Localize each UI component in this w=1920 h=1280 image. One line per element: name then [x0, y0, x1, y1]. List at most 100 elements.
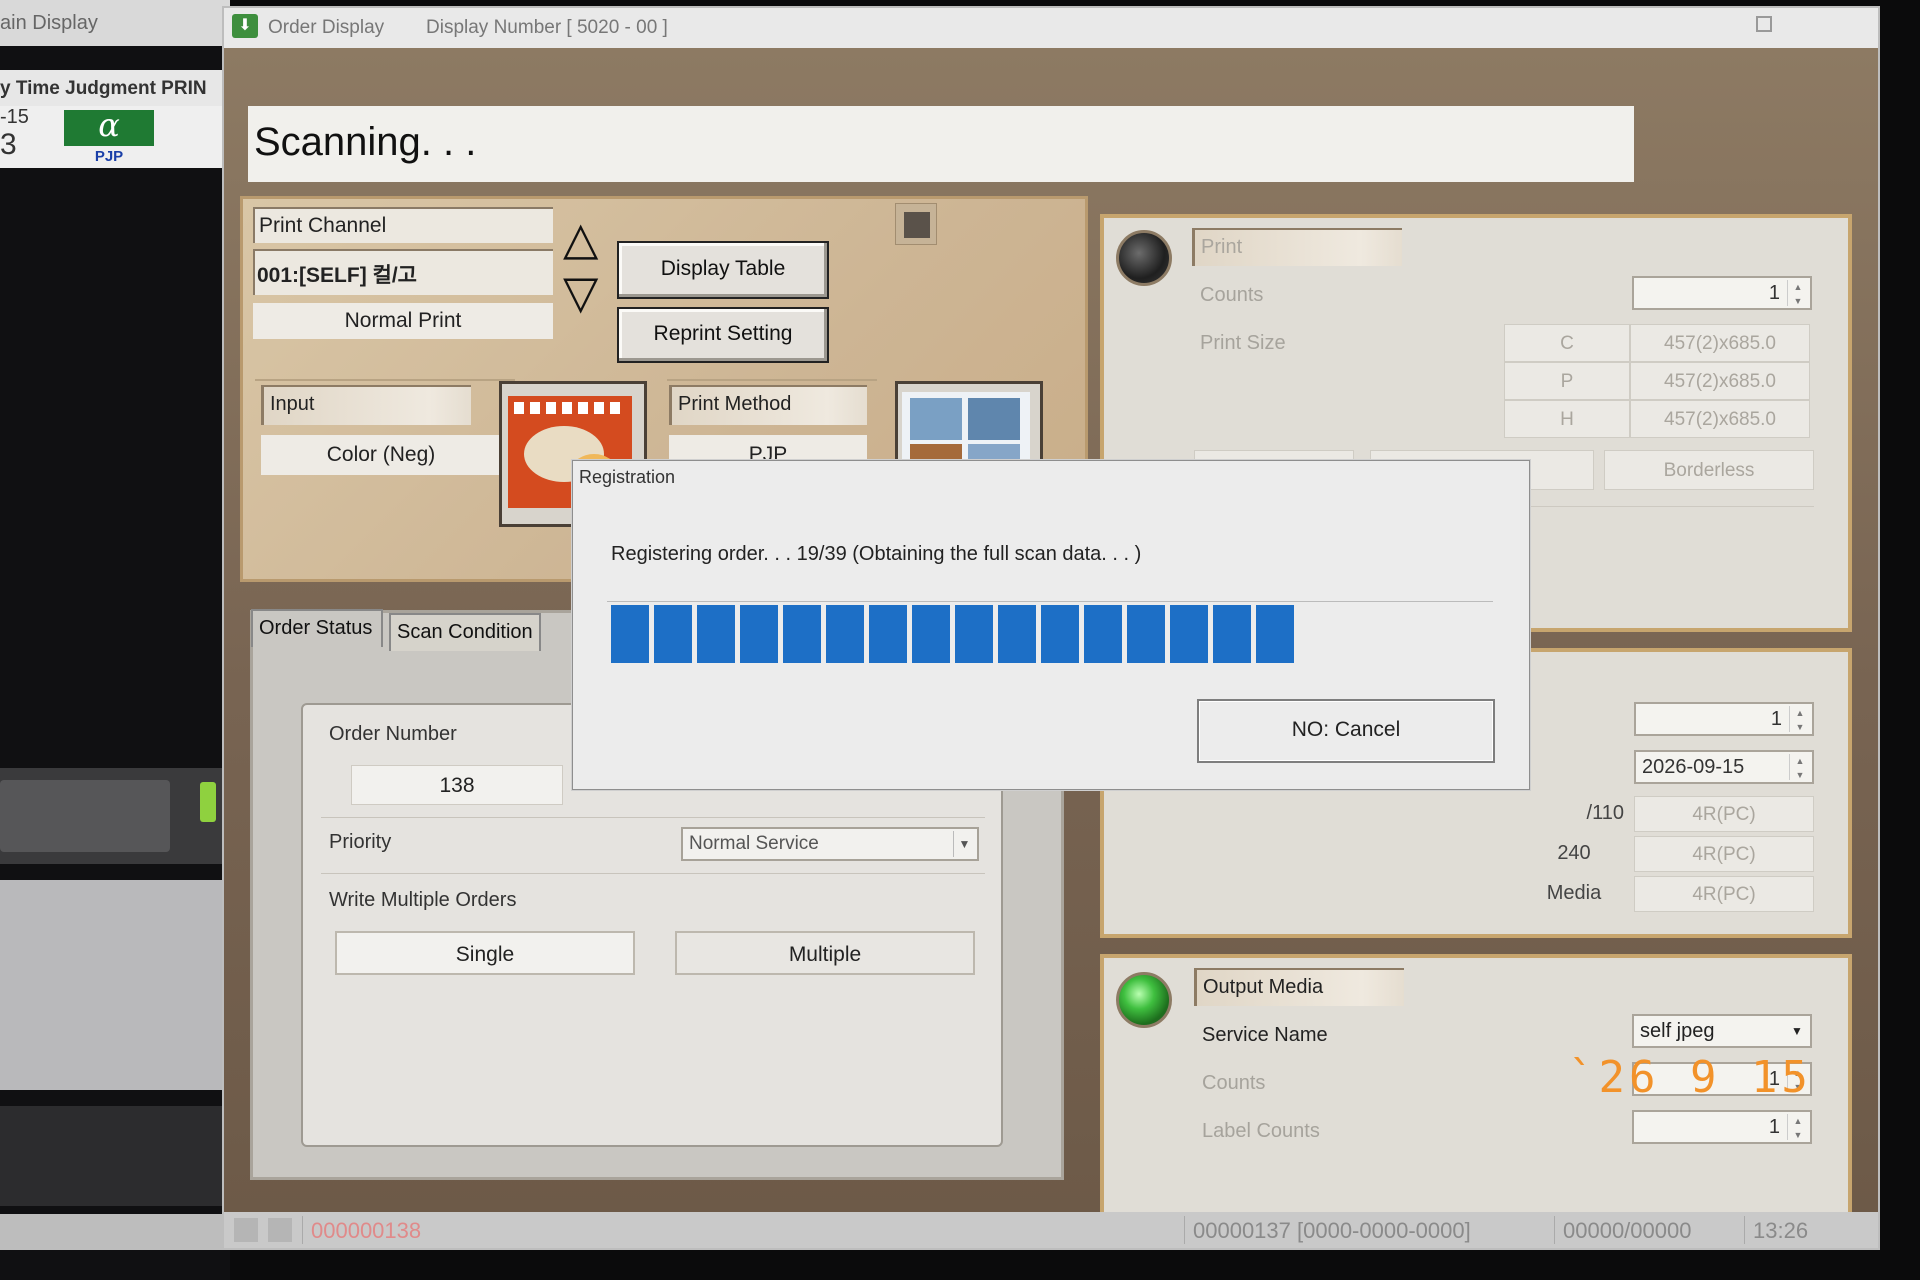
output-counts-label: Counts — [1202, 1072, 1266, 1094]
display-number: Display Number [ 5020 - 00 ] — [426, 17, 668, 38]
print-mode[interactable]: Normal Print — [253, 303, 553, 339]
progress-bar — [611, 605, 1493, 667]
date-value: 2026-09-15 — [1642, 756, 1745, 778]
media-row-value: 4R(PC) — [1634, 836, 1814, 872]
background-date: -15 — [0, 106, 29, 128]
stepper-arrows-icon[interactable]: ▲ ▼ — [1789, 706, 1810, 732]
progress-segment — [998, 605, 1036, 663]
tab-scan-condition[interactable]: Scan Condition — [389, 613, 541, 651]
stop-button[interactable] — [895, 203, 937, 245]
order-code: 000000138 — [302, 1216, 429, 1244]
size-value-h: 457(2)x685.0 — [1630, 400, 1810, 438]
window-title: Order Display — [268, 17, 385, 38]
order-number-value[interactable]: 138 — [351, 765, 563, 805]
reprint-setting-button[interactable]: Reprint Setting — [617, 307, 829, 363]
dialog-title: Registration — [579, 467, 676, 487]
stepper-arrows-icon[interactable]: ▲ ▼ — [1789, 754, 1810, 780]
service-name-select[interactable]: self jpeg ▼ — [1632, 1014, 1812, 1048]
divider — [321, 873, 985, 874]
cancel-button[interactable]: NO: Cancel — [1197, 699, 1495, 763]
label-counts-value: 1 — [1768, 1116, 1780, 1138]
input-label: Input — [261, 385, 471, 425]
print-channel-value[interactable]: 001:[SELF] 컬/고 — [253, 249, 553, 295]
chevron-down-icon[interactable]: ▼ — [1786, 1018, 1808, 1044]
size-code-h: H — [1504, 400, 1630, 438]
progress-segment — [1041, 605, 1079, 663]
borderless-button[interactable]: Borderless — [1604, 450, 1814, 490]
maximize-icon[interactable] — [1756, 16, 1772, 32]
mid-counts-stepper[interactable]: 1 ▲ ▼ — [1634, 702, 1814, 736]
stepper-arrows-icon[interactable]: ▲ ▼ — [1787, 1114, 1808, 1140]
print-counts-label: Counts — [1200, 284, 1264, 306]
output-media-label: Output Media — [1194, 968, 1404, 1006]
background-window-title: ain Display — [0, 0, 230, 46]
label-counts-label: Label Counts — [1202, 1120, 1320, 1142]
down-arrow-icon[interactable]: ▽ — [563, 269, 598, 315]
display-table-button[interactable]: Display Table — [617, 241, 829, 299]
print-label: Print — [1192, 228, 1402, 266]
service-name-value: self jpeg — [1640, 1020, 1715, 1042]
service-name-label: Service Name — [1202, 1024, 1328, 1046]
multiple-button[interactable]: Multiple — [675, 931, 975, 975]
size-value-c: 457(2)x685.0 — [1630, 324, 1810, 362]
stepper-arrows-icon[interactable]: ▲ ▼ — [1787, 280, 1808, 306]
progress-segment — [611, 605, 649, 663]
background-lower-bar — [0, 1106, 222, 1206]
status-lamp-icon — [1116, 230, 1172, 286]
dialog-message: Registering order. . . 19/39 (Obtaining … — [611, 543, 1142, 565]
download-icon: ⬇ — [232, 14, 258, 38]
print-method-label: Print Method — [669, 385, 867, 425]
progress-segment — [783, 605, 821, 663]
chevron-down-icon[interactable]: ▼ — [953, 831, 975, 857]
progress-segment — [1256, 605, 1294, 663]
media-row-label: /110 — [1586, 802, 1624, 824]
tab-order-status[interactable]: Order Status — [251, 609, 383, 647]
registration-dialog: Registration Registering order. . . 19/3… — [572, 460, 1530, 790]
background-statusbar — [0, 1214, 222, 1250]
media-row-value: 4R(PC) — [1634, 876, 1814, 912]
stop-icon — [904, 212, 930, 238]
write-multiple-label: Write Multiple Orders — [329, 889, 517, 911]
background-panel — [0, 880, 222, 1090]
size-value-p: 457(2)x685.0 — [1630, 362, 1810, 400]
input-group: Input Color (Neg) — [255, 379, 515, 559]
divider — [321, 817, 985, 818]
date-stepper[interactable]: 2026-09-15 ▲ ▼ — [1634, 750, 1814, 784]
progress-segment — [912, 605, 950, 663]
title-bar: ⬇ Order Display Display Number [ 5020 - … — [224, 8, 1878, 48]
clock: 13:26 — [1744, 1216, 1816, 1244]
label-counts-stepper[interactable]: 1 ▲ ▼ — [1632, 1110, 1812, 1144]
status-bar: 000000138 00000137 [0000-0000-0000] 0000… — [224, 1212, 1878, 1248]
order-number-label: Order Number — [329, 723, 457, 745]
single-button[interactable]: Single — [335, 931, 635, 975]
input-value[interactable]: Color (Neg) — [261, 435, 501, 475]
progress-segment — [1084, 605, 1122, 663]
print-counts-value: 1 — [1768, 282, 1780, 304]
green-indicator — [200, 782, 216, 822]
progress-segment — [654, 605, 692, 663]
progress-segment — [697, 605, 735, 663]
background-header: y Time Judgment PRIN — [0, 70, 230, 106]
progress-segment — [955, 605, 993, 663]
priority-select[interactable]: Normal Service ▼ — [681, 827, 979, 861]
background-button[interactable] — [0, 780, 170, 852]
size-code-p: P — [1504, 362, 1630, 400]
divider — [607, 601, 1493, 602]
print-channel-label: Print Channel — [253, 207, 553, 243]
up-arrow-icon[interactable]: △ — [563, 215, 598, 261]
scan-status: Scanning. . . — [248, 106, 1634, 182]
progress-segment — [826, 605, 864, 663]
media-row-value: 4R(PC) — [1634, 796, 1814, 832]
print-counts-stepper[interactable]: 1 ▲ ▼ — [1632, 276, 1812, 310]
status-square-icon — [268, 1218, 292, 1242]
print-size-label: Print Size — [1200, 332, 1286, 354]
progress-segment — [1127, 605, 1165, 663]
counter: 00000/00000 — [1554, 1216, 1699, 1244]
progress-segment — [1213, 605, 1251, 663]
date-stamp: `26 9 15 — [1568, 1052, 1812, 1103]
progress-segment — [1170, 605, 1208, 663]
priority-value: Normal Service — [689, 833, 819, 854]
progress-segment — [740, 605, 778, 663]
priority-label: Priority — [329, 831, 392, 853]
media-row-label: Media — [1546, 882, 1602, 904]
